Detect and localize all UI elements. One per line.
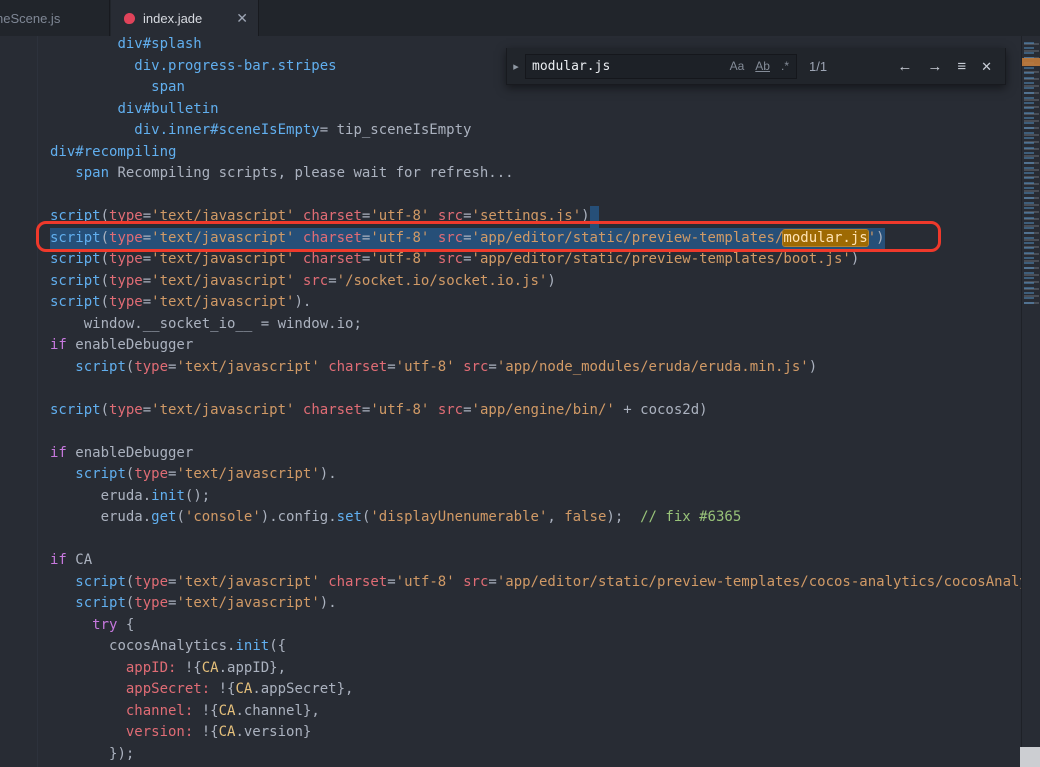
find-in-selection-icon[interactable]: ≡: [957, 59, 966, 74]
code-line-text: script(type='text/javascript' charset='u…: [50, 249, 859, 271]
code-line[interactable]: appSecret: !{CA.appSecret},: [0, 679, 1021, 701]
code-line[interactable]: eruda.init();: [0, 486, 1021, 508]
code-line[interactable]: if enableDebugger: [0, 443, 1021, 465]
code-line-text: div#splash: [50, 34, 202, 56]
tab-label: index.jade: [143, 11, 202, 26]
code-line[interactable]: channel: !{CA.channel},: [0, 701, 1021, 723]
code-line[interactable]: });: [0, 744, 1021, 766]
code-line[interactable]: script(type='text/javascript' charset='u…: [0, 228, 1021, 250]
minimap-match-marker: [1022, 58, 1040, 66]
next-match-icon[interactable]: →: [927, 59, 942, 74]
code-line-text: channel: !{CA.channel},: [50, 701, 320, 723]
code-line-text: script(type='text/javascript' charset='u…: [50, 228, 885, 250]
code-line[interactable]: script(type='text/javascript' charset='u…: [0, 357, 1021, 379]
code-line[interactable]: div#recompiling: [0, 142, 1021, 164]
code-line[interactable]: [0, 378, 1021, 400]
close-find-icon[interactable]: ✕: [981, 60, 992, 73]
previous-match-icon[interactable]: ←: [897, 59, 912, 74]
code-line[interactable]: window.__socket_io__ = window.io;: [0, 314, 1021, 336]
code-line-text: script(type='text/javascript' charset='u…: [50, 206, 590, 228]
code-line-text: script(type='text/javascript').: [50, 464, 337, 486]
regex-toggle[interactable]: .*: [781, 59, 789, 73]
code-line-text: span: [50, 77, 185, 99]
code-line-text: try {: [50, 615, 134, 637]
code-line[interactable]: div.inner#sceneIsEmpty= tip_sceneIsEmpty: [0, 120, 1021, 142]
search-query-text: modular.js: [532, 59, 610, 74]
code-line[interactable]: version: !{CA.version}: [0, 722, 1021, 744]
find-widget: ▸ modular.js Aa Ab .* 1/1 ← → ≡ ✕: [506, 48, 1006, 85]
minimap[interactable]: [1021, 36, 1040, 767]
code-line[interactable]: [0, 529, 1021, 551]
code-line[interactable]: script(type='text/javascript' charset='u…: [0, 206, 1021, 228]
tab-label: neScene.js: [0, 11, 60, 26]
code-line[interactable]: appID: !{CA.appID},: [0, 658, 1021, 680]
code-line-text: });: [50, 744, 134, 766]
code-line[interactable]: div#bulletin: [0, 99, 1021, 121]
code-line-text: script(type='text/javascript').: [50, 292, 311, 314]
tab-bar: neScene.js index.jade ✕: [0, 0, 1040, 36]
tab-index-jade[interactable]: index.jade ✕: [111, 0, 259, 36]
code-line-text: span Recompiling scripts, please wait fo…: [50, 163, 514, 185]
close-tab-icon[interactable]: ✕: [236, 11, 248, 25]
code-line-text: eruda.init();: [50, 486, 210, 508]
toggle-replace-chevron-icon[interactable]: ▸: [507, 48, 525, 84]
code-line-text: script(type='text/javascript' src='/sock…: [50, 271, 556, 293]
selection-block: [590, 206, 599, 228]
code-line-text: if enableDebugger: [50, 443, 193, 465]
code-line[interactable]: script(type='text/javascript').: [0, 292, 1021, 314]
code-line[interactable]: eruda.get('console').config.set('display…: [0, 507, 1021, 529]
code-line-text: window.__socket_io__ = window.io;: [50, 314, 362, 336]
match-count: 1/1: [809, 59, 827, 74]
find-buttons: ← → ≡ ✕: [897, 59, 992, 74]
code-line-text: if CA: [50, 550, 92, 572]
whole-word-toggle[interactable]: Ab: [755, 59, 770, 73]
code-line-text: appSecret: !{CA.appSecret},: [50, 679, 353, 701]
code-line-text: cocosAnalytics.init({: [50, 636, 286, 658]
code-line-text: div.progress-bar.stripes: [50, 56, 337, 78]
tab-gamescene[interactable]: neScene.js: [0, 0, 110, 36]
code-line[interactable]: [0, 185, 1021, 207]
code-line[interactable]: cocosAnalytics.init({: [0, 636, 1021, 658]
search-option-toggles: Aa Ab .*: [730, 55, 789, 78]
code-line-text: if enableDebugger: [50, 335, 193, 357]
code-line-text: div#recompiling: [50, 142, 176, 164]
code-line[interactable]: script(type='text/javascript' charset='u…: [0, 249, 1021, 271]
code-line[interactable]: script(type='text/javascript' charset='u…: [0, 572, 1021, 594]
code-line-text: div#bulletin: [50, 99, 219, 121]
code-line-text: script(type='text/javascript' charset='u…: [50, 572, 1021, 594]
jade-file-icon: [124, 13, 135, 24]
code-line-text: script(type='text/javascript' charset='u…: [50, 400, 708, 422]
code-line[interactable]: if CA: [0, 550, 1021, 572]
scrollbar-corner-block: [1020, 747, 1040, 767]
code-line[interactable]: try {: [0, 615, 1021, 637]
code-line[interactable]: script(type='text/javascript').: [0, 593, 1021, 615]
code-line[interactable]: script(type='text/javascript').: [0, 464, 1021, 486]
code-line[interactable]: [0, 421, 1021, 443]
code-line-text: eruda.get('console').config.set('display…: [50, 507, 741, 529]
search-input[interactable]: modular.js Aa Ab .*: [525, 54, 797, 79]
minimap-code-preview: [1022, 42, 1040, 307]
editor-window: neScene.js index.jade ✕ div#splash div.p…: [0, 0, 1040, 767]
code-line-text: version: !{CA.version}: [50, 722, 311, 744]
code-line[interactable]: if enableDebugger: [0, 335, 1021, 357]
code-line-text: appID: !{CA.appID},: [50, 658, 286, 680]
code-line-text: script(type='text/javascript').: [50, 593, 337, 615]
code-line[interactable]: script(type='text/javascript' src='/sock…: [0, 271, 1021, 293]
code-area[interactable]: div#splash div.progress-bar.stripes span…: [0, 34, 1021, 767]
code-line[interactable]: span Recompiling scripts, please wait fo…: [0, 163, 1021, 185]
code-line-text: script(type='text/javascript' charset='u…: [50, 357, 817, 379]
match-case-toggle[interactable]: Aa: [730, 59, 745, 73]
code-line-text: div.inner#sceneIsEmpty= tip_sceneIsEmpty: [50, 120, 471, 142]
code-line[interactable]: script(type='text/javascript' charset='u…: [0, 400, 1021, 422]
